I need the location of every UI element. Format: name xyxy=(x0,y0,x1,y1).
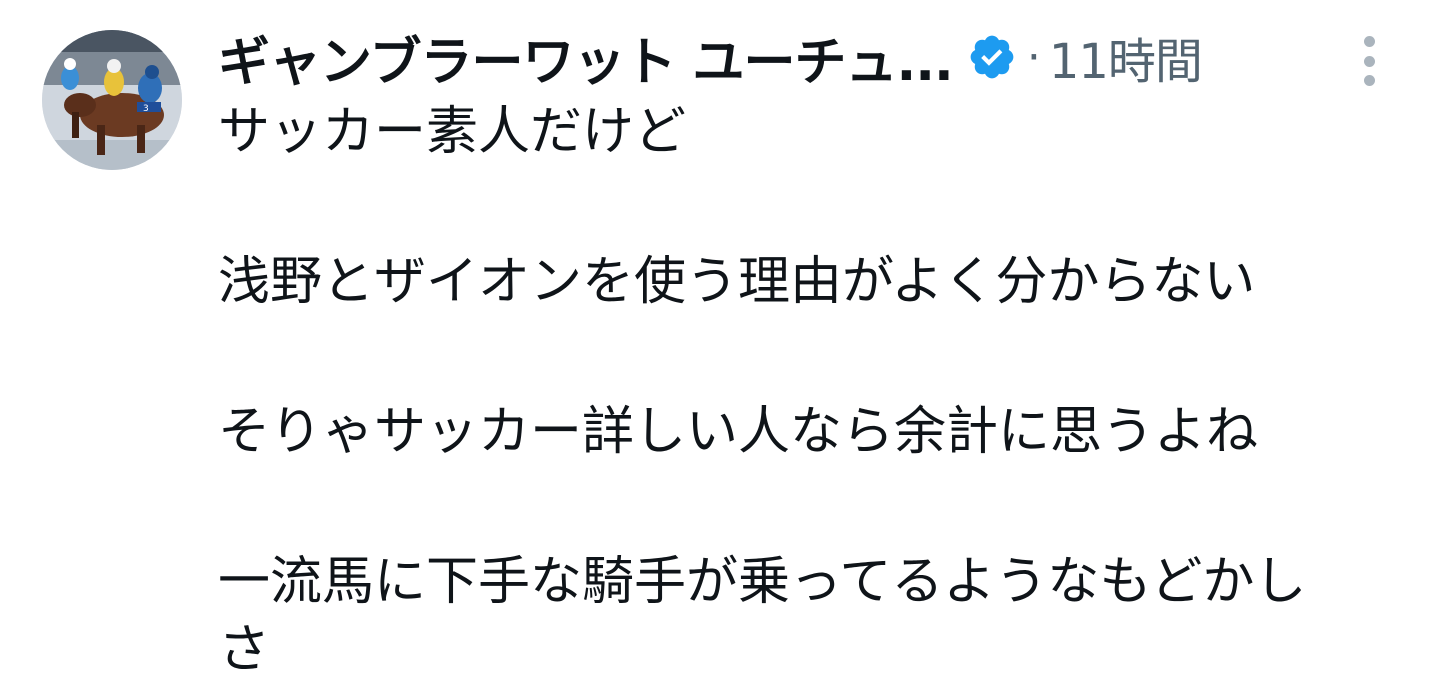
tweet-text: サッカー素人だけど 浅野とザイオンを使う理由がよく分からない そりゃサッカー詳し… xyxy=(218,98,1408,684)
more-dot xyxy=(1363,36,1375,47)
more-dot xyxy=(1363,75,1375,86)
display-name[interactable]: ギャンブラーワット ユーチュ... xyxy=(218,20,954,95)
more-dot xyxy=(1363,55,1375,67)
verified-badge-icon[interactable] xyxy=(967,32,1017,82)
tweet-line: サッカー素人だけど xyxy=(218,102,687,162)
tweet-line: そりゃサッカー詳しい人なら余計に思うよね xyxy=(218,402,1259,462)
horse-racing-avatar-icon: 3 xyxy=(42,30,182,170)
header-separator: · xyxy=(1026,31,1041,83)
tweet-line: さ xyxy=(218,620,271,680)
tweet-timestamp[interactable]: 11時間 xyxy=(1049,22,1203,92)
tweet-line: 浅野とザイオンを使う理由がよく分からない xyxy=(218,252,1256,312)
tweet-card[interactable]: 3 ギャンブラーワット ユーチュ... · 11時間 サッカー素人だけど 浅野と… xyxy=(0,0,1440,680)
more-vertical-icon[interactable] xyxy=(1352,36,1386,86)
svg-text:3: 3 xyxy=(143,104,149,114)
avatar[interactable]: 3 xyxy=(42,30,182,170)
tweet-line: 一流馬に下手な騎手が乗ってるようなもどかし xyxy=(218,552,1307,612)
tweet-header: ギャンブラーワット ユーチュ... · 11時間 xyxy=(218,20,1203,95)
